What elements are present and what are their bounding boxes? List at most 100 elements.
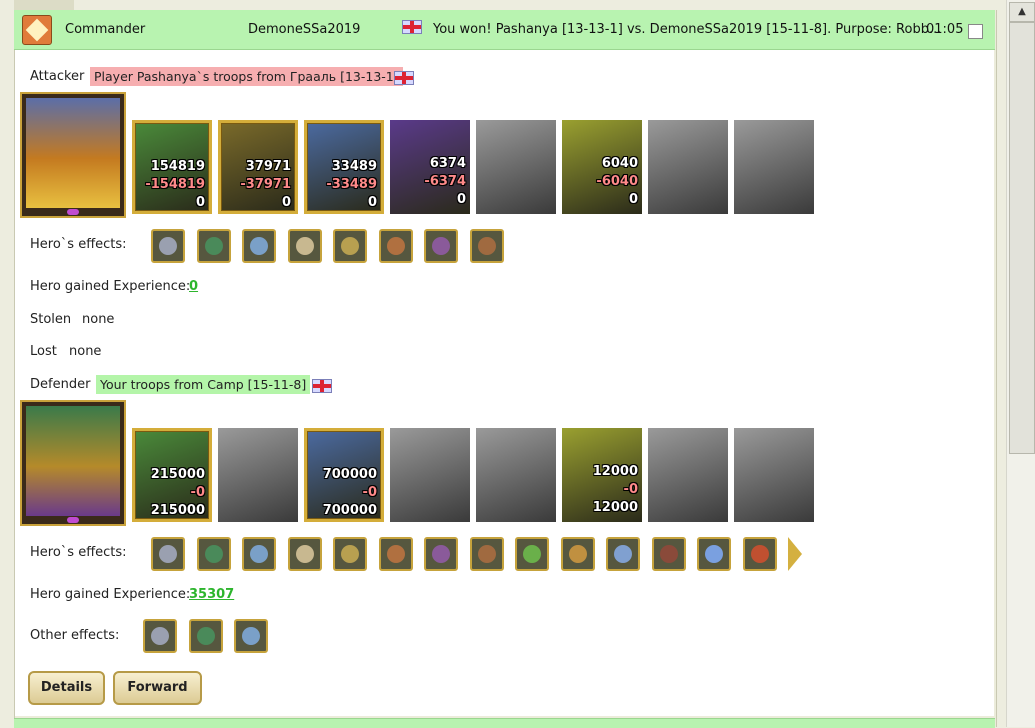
staff-icon[interactable] <box>333 229 367 263</box>
unit-count-start: 6040 <box>601 156 638 171</box>
unit-count-start: 37971 <box>245 159 291 174</box>
stolen-label: Stolen <box>30 312 72 327</box>
defender-label: Defender <box>30 377 91 392</box>
xp-icon[interactable] <box>143 619 177 653</box>
stolen-value: none <box>82 312 115 327</box>
attacker-unit-slot[interactable] <box>648 120 728 214</box>
attacker-hero-portrait[interactable] <box>20 92 126 218</box>
defender-unit-slot[interactable]: 700000 -0 700000 <box>304 428 384 522</box>
bow-icon[interactable] <box>469 229 504 263</box>
unit-count-lost: -33489 <box>326 177 377 192</box>
attacker-exp-value[interactable]: 0 <box>189 279 198 294</box>
lost-label: Lost <box>30 344 57 359</box>
defender-unit-slot[interactable] <box>476 428 556 522</box>
unit-count-start: 154819 <box>150 159 205 174</box>
amulet-icon[interactable] <box>151 229 185 263</box>
gem-icon <box>67 209 79 215</box>
attacker-unit-slot[interactable]: 33489 -33489 0 <box>304 120 384 214</box>
sword-icon[interactable] <box>151 537 185 571</box>
attacker-unit-slot[interactable]: 6374 -6374 0 <box>390 120 470 214</box>
unit-count-lost: -0 <box>362 485 377 500</box>
castle-icon[interactable] <box>188 619 223 653</box>
unit-count-left: 0 <box>281 195 291 210</box>
crystal-icon[interactable] <box>697 537 731 571</box>
scroll-thumb[interactable] <box>1009 22 1035 454</box>
unit-count-start: 215000 <box>150 467 205 482</box>
attacker-unit-slot[interactable]: 37971 -37971 0 <box>218 120 298 214</box>
handshake-icon[interactable] <box>196 537 231 571</box>
unit-count-lost: -37971 <box>240 177 291 192</box>
uk-flag-icon <box>402 20 422 34</box>
lost-value: none <box>69 344 102 359</box>
forward-button[interactable]: Forward <box>113 671 202 705</box>
dice-icon[interactable] <box>287 537 322 571</box>
shield-icon[interactable] <box>378 229 413 263</box>
header-time: 01:05 <box>926 22 964 37</box>
fist-icon[interactable] <box>234 619 268 653</box>
attacker-unit-slot[interactable] <box>476 120 556 214</box>
scroll-up-icon[interactable]: ▲ <box>1009 2 1035 22</box>
amulet-icon[interactable] <box>469 537 504 571</box>
attacker-label: Attacker <box>30 69 85 84</box>
unit-count-lost: -6040 <box>596 174 638 189</box>
shield-icon[interactable] <box>333 537 367 571</box>
defender-unit-slot[interactable] <box>648 428 728 522</box>
uk-flag-icon <box>312 379 332 393</box>
chest-icon[interactable] <box>515 537 549 571</box>
armor-icon[interactable] <box>424 537 458 571</box>
scrollbar[interactable]: ▲ <box>1006 0 1035 727</box>
attacker-unit-slot[interactable] <box>734 120 814 214</box>
uk-flag-icon <box>394 71 414 85</box>
header-role: Commander <box>65 22 146 37</box>
unit-count-left: 700000 <box>322 503 377 518</box>
unit-count-lost: -0 <box>190 485 205 500</box>
unit-count-lost: -0 <box>623 482 638 497</box>
defender-unit-slot[interactable] <box>390 428 470 522</box>
gem-icon <box>67 517 79 523</box>
unit-count-left: 0 <box>456 192 466 207</box>
attacker-troops[interactable]: Player Pashanya`s troops from Грааль [13… <box>90 67 403 86</box>
defender-unit-slot[interactable]: 215000 -0 215000 <box>132 428 212 522</box>
next-arrow-icon[interactable] <box>788 537 804 571</box>
select-checkbox[interactable] <box>968 24 983 39</box>
unit-count-left: 0 <box>195 195 205 210</box>
defender-exp-label: Hero gained Experience: <box>30 587 191 602</box>
header-player[interactable]: DemoneSSa2019 <box>248 22 360 37</box>
ring-icon[interactable] <box>242 229 276 263</box>
unit-count-start: 700000 <box>322 467 377 482</box>
unit-count-left: 0 <box>628 192 638 207</box>
unit-count-left: 12000 <box>592 500 638 515</box>
other-effects-label: Other effects: <box>30 628 120 643</box>
handshield-icon[interactable] <box>378 537 413 571</box>
defender-effects-label: Hero`s effects: <box>30 545 127 560</box>
defender-hero-portrait[interactable] <box>20 400 126 526</box>
report-header[interactable]: Commander DemoneSSa2019 You won! Pashany… <box>14 10 995 50</box>
sword-icon[interactable] <box>424 229 458 263</box>
defender-unit-slot[interactable]: 12000 -0 12000 <box>562 428 642 522</box>
unit-count-start: 6374 <box>429 156 466 171</box>
armor-icon[interactable] <box>196 229 231 263</box>
defender-troops[interactable]: Your troops from Camp [15-11-8] <box>96 375 311 394</box>
defender-unit-slot[interactable] <box>734 428 814 522</box>
unit-count-lost: -154819 <box>145 177 205 192</box>
unit-count-start: 12000 <box>592 464 638 479</box>
hand-icon[interactable] <box>242 537 276 571</box>
club-icon[interactable] <box>651 537 686 571</box>
xp-badge-icon[interactable] <box>742 537 777 571</box>
ring-icon[interactable] <box>560 537 595 571</box>
battle-icon <box>22 15 52 45</box>
attacker-unit-slot[interactable]: 154819 -154819 0 <box>132 120 212 214</box>
unit-count-lost: -6374 <box>424 174 466 189</box>
header-message[interactable]: You won! Pashanya [13-13-1] vs. DemoneSS… <box>433 22 941 37</box>
unit-count-left: 215000 <box>150 503 205 518</box>
attacker-unit-slot[interactable]: 6040 -6040 0 <box>562 120 642 214</box>
unit-count-start: 33489 <box>331 159 377 174</box>
attacker-effects-label: Hero`s effects: <box>30 237 127 252</box>
scroll-icon[interactable] <box>287 229 322 263</box>
defender-unit-slot[interactable] <box>218 428 298 522</box>
attacker-exp-label: Hero gained Experience: <box>30 279 191 294</box>
scroll-icon[interactable] <box>606 537 640 571</box>
details-button[interactable]: Details <box>28 671 105 705</box>
defender-exp-value[interactable]: 35307 <box>189 587 234 602</box>
unit-count-left: 0 <box>367 195 377 210</box>
